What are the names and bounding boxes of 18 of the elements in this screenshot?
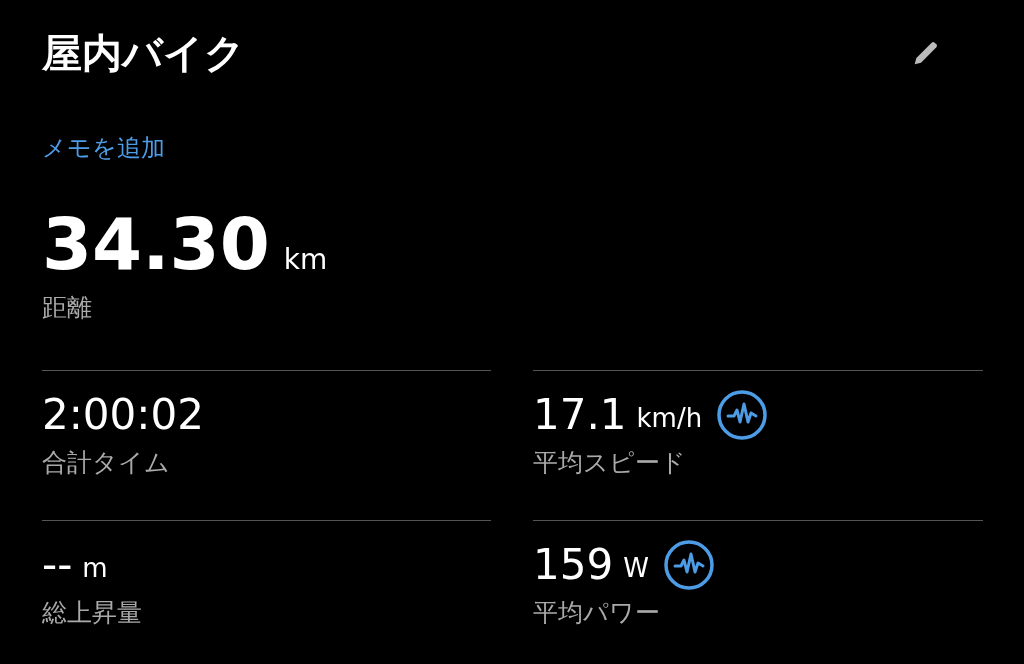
stat-unit: km/h bbox=[636, 403, 703, 433]
waveform-icon[interactable] bbox=[716, 389, 769, 441]
stat-label: 平均パワー bbox=[533, 597, 661, 629]
stat-label: 平均スピード bbox=[533, 447, 687, 479]
waveform-icon[interactable] bbox=[662, 539, 715, 591]
stat-unit: m bbox=[82, 553, 108, 583]
stat-value: 2:00:02 bbox=[42, 391, 204, 439]
add-memo-link[interactable]: メモを追加 bbox=[42, 132, 165, 164]
distance-unit: km bbox=[283, 243, 328, 276]
stat-value: 159 bbox=[533, 541, 614, 589]
stat-label: 合計タイム bbox=[42, 447, 171, 479]
distance-value: 34.30 bbox=[42, 204, 270, 284]
stat-unit: W bbox=[623, 553, 649, 583]
stat-value: 17.1 bbox=[533, 391, 627, 439]
stat-label: 総上昇量 bbox=[42, 597, 143, 629]
distance-label: 距離 bbox=[42, 292, 93, 324]
stat-value: -- bbox=[42, 541, 73, 589]
activity-title: 屋内バイク bbox=[42, 28, 245, 78]
